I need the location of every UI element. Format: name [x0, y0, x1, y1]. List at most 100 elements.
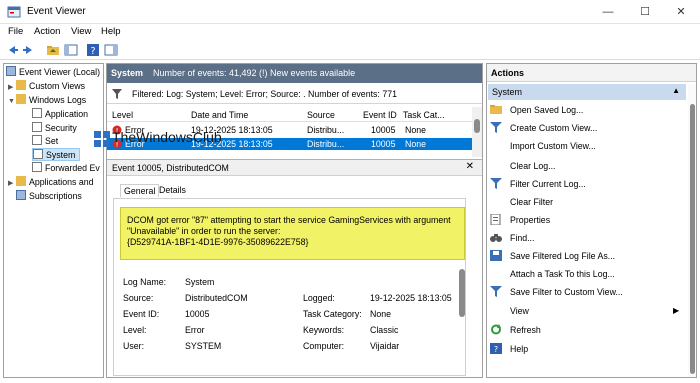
menu-file[interactable]: File: [8, 26, 23, 37]
folder-icon: [16, 94, 26, 104]
help-icon[interactable]: ?: [86, 43, 100, 57]
row-task-category: None: [405, 139, 427, 149]
table-scrollbar[interactable]: [472, 107, 482, 157]
row-source: Distribu...: [307, 139, 345, 149]
action-view[interactable]: View ▶: [490, 303, 680, 319]
collapse-icon[interactable]: ▲: [672, 86, 680, 95]
column-header-source[interactable]: Source: [307, 110, 335, 120]
user-value: SYSTEM: [185, 341, 222, 351]
blank-icon: [490, 196, 502, 207]
maximize-icon[interactable]: ☐: [635, 4, 655, 20]
tree-item-windows-logs[interactable]: ▼ Windows Logs: [8, 94, 86, 107]
actions-header: Actions: [487, 64, 696, 82]
log-icon: [32, 108, 42, 118]
chevron-right-icon[interactable]: ▶: [8, 177, 16, 190]
column-header-task-category[interactable]: Task Cat...: [403, 110, 445, 120]
folder-icon: [16, 176, 26, 186]
tree-item-security[interactable]: Security: [32, 122, 77, 135]
logged-label: Logged:: [303, 293, 335, 303]
actions-section-system[interactable]: System ▲: [488, 84, 686, 100]
scrollbar-thumb[interactable]: [690, 104, 695, 374]
action-refresh[interactable]: Refresh: [490, 322, 680, 338]
tree-item-forwarded-events[interactable]: Forwarded Ev: [32, 162, 100, 175]
logged-value: 19-12-2025 18:13:05: [370, 293, 452, 303]
log-icon: [32, 122, 42, 132]
tab-general[interactable]: General: [120, 184, 160, 197]
menu-action[interactable]: Action: [34, 26, 60, 37]
refresh-icon: [491, 324, 501, 335]
chevron-right-icon[interactable]: ▶: [8, 81, 16, 94]
close-icon[interactable]: ✕: [466, 161, 474, 172]
event-id-value: 10005: [185, 309, 210, 319]
thewindowsclub-logo: [94, 131, 110, 147]
help-icon: ?: [490, 343, 502, 354]
action-import-custom-view[interactable]: Import Custom View...: [490, 138, 680, 154]
log-icon: [32, 162, 42, 172]
minimize-icon[interactable]: —: [598, 4, 618, 20]
column-header-event-id[interactable]: Event ID: [363, 110, 397, 120]
tree-item-system[interactable]: System: [32, 148, 81, 161]
general-tab-panel: DCOM got error "87" attempting to start …: [113, 198, 466, 376]
action-properties[interactable]: Properties: [490, 212, 680, 228]
svg-text:?: ?: [90, 46, 95, 57]
event-detail-pane: Event 10005, DistributedCOM ✕ General De…: [107, 159, 482, 377]
action-filter-current-log[interactable]: Filter Current Log...: [490, 176, 680, 192]
tree-item-root[interactable]: Event Viewer (Local): [6, 66, 100, 79]
computer-value: Vijaidar: [370, 341, 400, 351]
tree-item-setup[interactable]: Set: [32, 135, 58, 148]
filter-icon: [490, 122, 502, 133]
row-source: Distribu...: [307, 125, 345, 135]
action-attach-task[interactable]: Attach a Task To this Log...: [490, 266, 680, 282]
task-category-label: Task Category:: [303, 309, 362, 319]
window-title: Event Viewer: [27, 6, 86, 17]
log-name: System: [111, 68, 144, 78]
show-actions-pane-icon[interactable]: [104, 43, 118, 57]
action-create-custom-view[interactable]: Create Custom View...: [490, 120, 680, 136]
binoculars-icon: [490, 234, 502, 242]
menu-view[interactable]: View: [71, 26, 91, 37]
chevron-down-icon[interactable]: ▼: [8, 95, 16, 108]
action-open-saved-log[interactable]: Open Saved Log...: [490, 102, 680, 118]
navigation-tree: Event Viewer (Local) ▶ Custom Views ▼ Wind…: [3, 63, 104, 378]
log-icon: [32, 135, 42, 145]
watermark: TheWindowsClub: [112, 129, 222, 145]
scrollbar-thumb[interactable]: [474, 119, 480, 133]
title-bar: Event Viewer — ☐ ✕: [0, 0, 700, 24]
forward-icon[interactable]: [22, 43, 36, 57]
source-label: Source:: [123, 293, 154, 303]
tree-item-custom-views[interactable]: ▶ Custom Views: [8, 80, 85, 93]
action-clear-filter[interactable]: Clear Filter: [490, 194, 680, 210]
svg-text:?: ?: [494, 345, 498, 354]
tree-item-applications-and-services[interactable]: ▶ Applications and: [8, 176, 94, 189]
log-name-label: Log Name:: [123, 277, 167, 287]
filter-text: Filtered: Log: System; Level: Error; Sou…: [132, 89, 398, 99]
detail-scrollbar-thumb[interactable]: [459, 269, 465, 317]
show-hide-tree-icon[interactable]: [64, 43, 78, 57]
action-find[interactable]: Find...: [490, 230, 680, 246]
save-icon: [490, 250, 502, 261]
column-header-datetime[interactable]: Date and Time: [191, 110, 248, 120]
action-save-filtered-log[interactable]: Save Filtered Log File As...: [490, 248, 680, 264]
detail-header: Event 10005, DistributedCOM ✕: [107, 160, 482, 176]
up-folder-icon[interactable]: [46, 43, 60, 57]
tree-item-application[interactable]: Application: [32, 108, 88, 121]
level-value: Error: [185, 325, 205, 335]
row-event-id: 10005: [371, 125, 396, 135]
action-save-filter-to-custom-view[interactable]: Save Filter to Custom View...: [490, 284, 680, 300]
menu-help[interactable]: Help: [101, 26, 121, 37]
level-label: Level:: [123, 325, 147, 335]
folder-icon: [16, 80, 26, 90]
actions-pane: Actions System ▲ Open Saved Log... Creat…: [486, 63, 697, 378]
detail-title: Event 10005, DistributedCOM: [112, 163, 229, 173]
tab-details[interactable]: Details: [159, 185, 186, 195]
filter-save-icon: [490, 286, 502, 297]
tree-item-subscriptions[interactable]: Subscriptions: [16, 190, 82, 203]
column-header-level[interactable]: Level: [112, 110, 133, 120]
actions-scrollbar[interactable]: [688, 84, 696, 377]
row-event-id: 10005: [371, 139, 396, 149]
action-clear-log[interactable]: Clear Log...: [490, 158, 680, 174]
menu-bar: File Action View Help: [0, 24, 700, 40]
close-icon[interactable]: ✕: [671, 4, 691, 20]
action-help[interactable]: ? Help: [490, 341, 680, 357]
back-icon[interactable]: [5, 43, 19, 57]
